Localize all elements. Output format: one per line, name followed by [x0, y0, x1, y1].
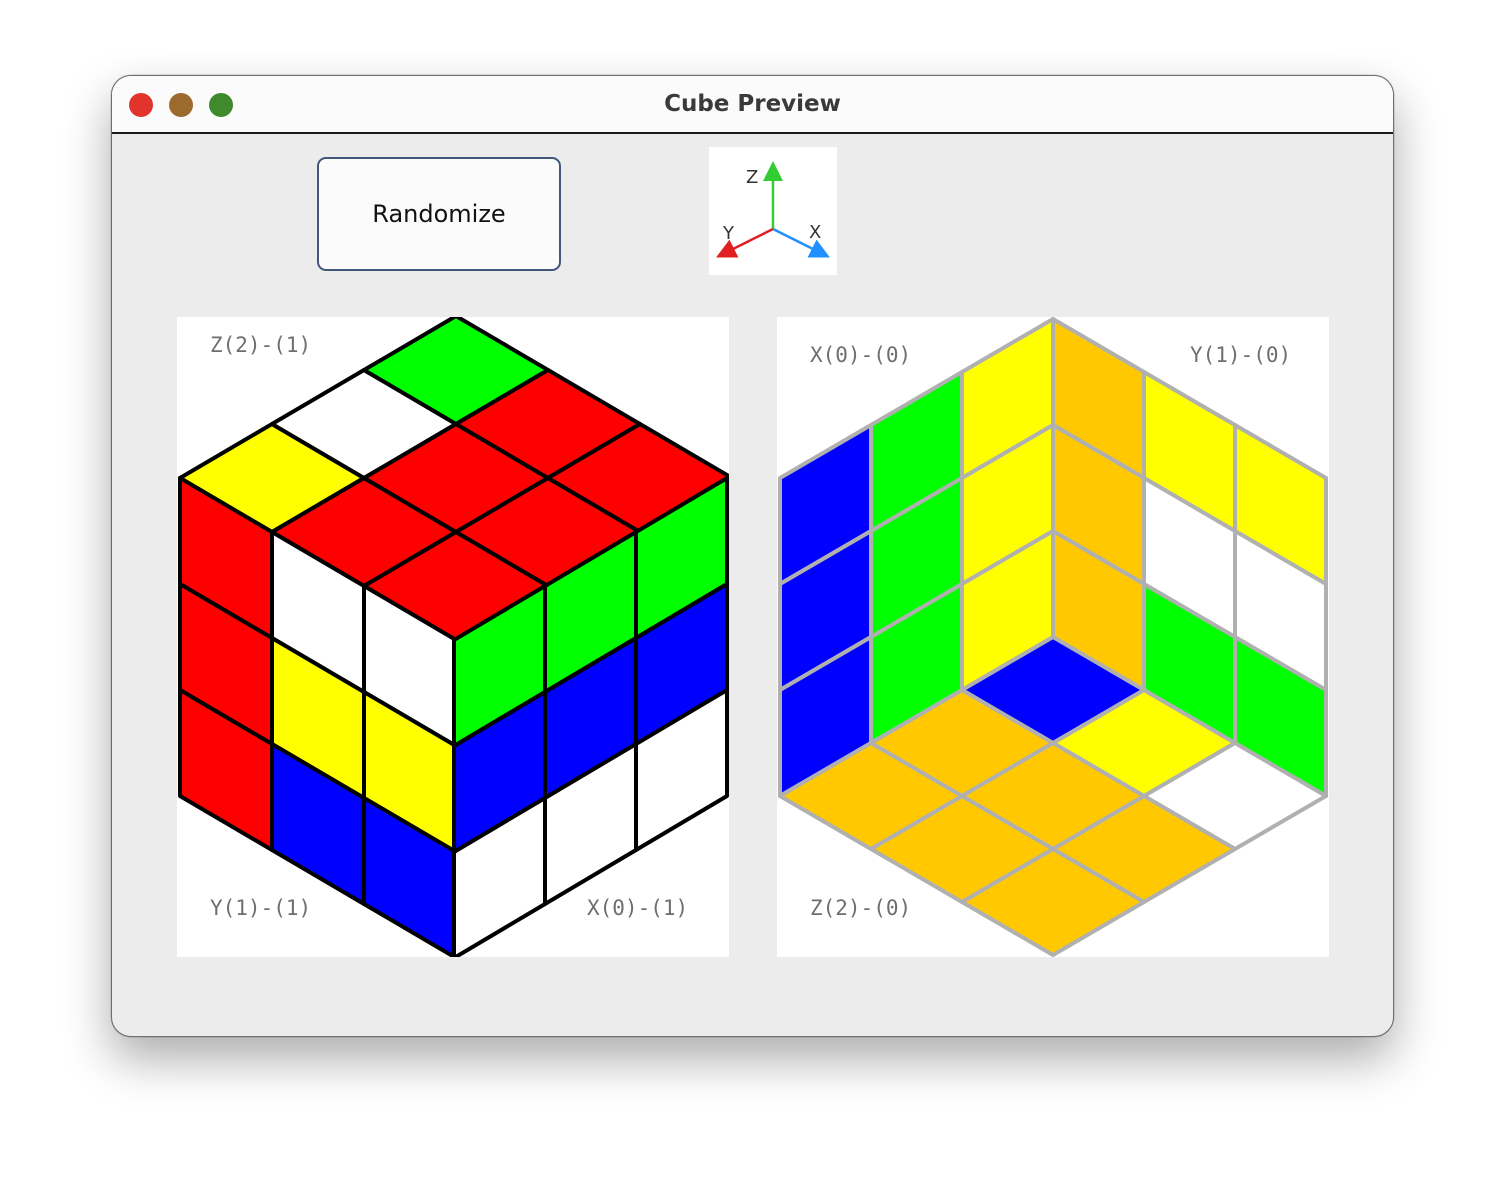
title-bar: Cube Preview: [112, 76, 1393, 134]
front-label-z: Z(2)-(1): [210, 333, 312, 357]
y-axis-label: Y: [722, 223, 735, 244]
z-axis-label: Z: [746, 167, 758, 188]
back-view-panel: X(0)-(0) Y(1)-(0) Z(2)-(0): [777, 317, 1329, 957]
back-label-x: X(0)-(0): [810, 343, 912, 367]
back-label-y: Y(1)-(0): [1190, 343, 1292, 367]
cube-preview-window: Cube Preview Randomize Z Y X Z(2)-(1) Y(…: [111, 75, 1394, 1037]
axes-icon: Z Y X: [716, 161, 830, 258]
back-label-z: Z(2)-(0): [810, 896, 912, 920]
front-label-x: X(0)-(1): [587, 896, 689, 920]
front-cube-view: [178, 317, 729, 957]
front-label-y: Y(1)-(1): [210, 896, 312, 920]
window-title: Cube Preview: [664, 91, 841, 117]
front-view-panel: Z(2)-(1) Y(1)-(1) X(0)-(1): [177, 317, 729, 957]
back-cube-view: [778, 317, 1328, 957]
axes-legend: Z Y X: [709, 147, 837, 275]
x-axis-label: X: [809, 222, 821, 243]
randomize-button[interactable]: Randomize: [317, 157, 561, 271]
